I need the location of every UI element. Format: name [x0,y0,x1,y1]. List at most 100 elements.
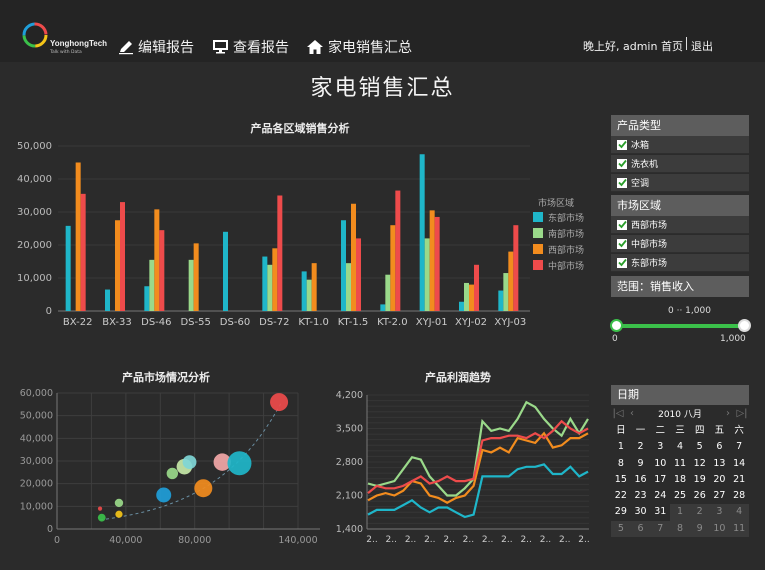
line-x-tick-label: 2.. [520,535,531,545]
bar-mark [390,225,396,311]
prev-month-icon[interactable]: ‹ [625,408,639,419]
product-type-washer[interactable]: 洗衣机 [611,155,749,173]
calendar-year-month: 2010 八月 [639,407,721,420]
bar-x-tick-label: XYJ-02 [455,317,487,328]
bar-mark [356,238,361,311]
calendar-day[interactable]: 18 [670,472,690,488]
nav-view-report[interactable]: 查看报告 [212,37,289,57]
bar-chart[interactable]: 0 10,000 20,000 30,000 40,000 50,000 BX-22 BX-3… [0,135,530,335]
calendar-day[interactable]: 21 [729,472,749,488]
scatter-chart[interactable]: 0 10,000 20,000 30,000 40,000 50,000 60,000 0 40… [0,380,325,550]
calendar-day[interactable]: 3 [650,439,670,455]
calendar-day-other-month[interactable]: 3 [709,504,730,521]
calendar-day[interactable]: 19 [690,472,710,488]
nav-edit-report-label: 编辑报告 [138,40,194,56]
first-page-icon[interactable]: |◁ [611,408,625,419]
bar-mark [75,162,81,311]
calendar-day-other-month[interactable]: 2 [689,504,710,521]
calendar-day[interactable]: 5 [690,439,710,455]
calendar-day[interactable]: 28 [729,488,749,504]
next-month-icon[interactable]: › [721,408,735,419]
checkbox-checked-icon[interactable] [617,158,627,169]
bar-x-tick-label: BX-22 [63,317,93,328]
calendar-day[interactable]: 4 [670,439,690,455]
calendar-day[interactable]: 26 [690,488,710,504]
calendar-day-other-month[interactable]: 9 [689,520,710,538]
calendar-day-other-month[interactable]: 8 [670,520,690,538]
calendar-day-other-month[interactable]: 6 [630,520,651,538]
legend-item-west[interactable]: 西部市场 [533,243,584,256]
calendar-day[interactable]: 24 [650,488,670,504]
bar-mark [120,202,125,311]
calendar-day[interactable]: 8 [611,456,631,472]
range-slider-max-handle[interactable] [738,319,751,332]
calendar-day[interactable]: 30 [631,504,651,520]
checkbox-checked-icon[interactable] [617,219,627,230]
calendar-day[interactable]: 15 [611,472,631,488]
logout-link[interactable]: 退出 [691,38,713,54]
bar-mark [434,216,440,311]
calendar-day-other-month[interactable]: 10 [709,520,730,538]
line-x-tick-label: 2.. [559,535,570,545]
calendar-grid: 日一二三四五六 1 2 3 4 5 6 7 8 9 10 11 12 13 14 15 16 17 18 19 20 21… [611,423,749,538]
calendar-day-other-month[interactable]: 4 [729,504,749,521]
calendar-day-other-month[interactable]: 11 [729,520,749,538]
calendar-day[interactable]: 6 [710,439,730,455]
region-central[interactable]: 中部市场 [611,235,749,253]
calendar-day[interactable]: 25 [670,488,690,504]
checkbox-checked-icon[interactable] [617,139,627,150]
bar-mark [498,290,504,311]
bar-mark [346,263,351,311]
bar-mark [508,251,514,311]
calendar-day[interactable]: 16 [631,472,651,488]
region-east[interactable]: 东部市场 [611,254,749,272]
yonghong-logo-icon[interactable] [22,22,48,48]
calendar-day-other-month[interactable]: 1 [670,504,690,521]
bar-y-tick-label: 20,000 [17,240,52,251]
range-slider-min-handle[interactable] [610,319,623,332]
home-link[interactable]: 首页 [661,38,683,54]
last-page-icon[interactable]: ▷| [735,408,749,419]
calendar-day[interactable]: 2 [631,439,651,455]
calendar-day[interactable]: 11 [670,456,690,472]
bar-mark [385,274,391,311]
bar-mark [429,210,435,311]
checkbox-checked-icon[interactable] [617,238,627,249]
calendar-day[interactable]: 23 [631,488,651,504]
calendar-year[interactable]: 2010 [658,410,681,420]
product-type-fridge[interactable]: 冰箱 [611,136,749,154]
checkbox-checked-icon[interactable] [617,257,627,268]
calendar-day-other-month[interactable]: 5 [611,520,631,538]
nav-sales-summary[interactable]: 家电销售汇总 [306,37,412,57]
calendar-day[interactable]: 17 [650,472,670,488]
calendar-weekday: 二 [655,425,666,436]
calendar-month[interactable]: 八月 [684,410,702,420]
line-chart[interactable]: 1,400 2,100 2,800 3,500 4,200 2.. 2.. 2.. 2.. 2..… [325,380,595,550]
calendar-day[interactable]: 27 [710,488,730,504]
calendar-day[interactable]: 1 [611,439,631,455]
product-type-ac[interactable]: 空调 [611,174,749,192]
calendar-day[interactable]: 13 [710,456,730,472]
calendar-day[interactable]: 20 [710,472,730,488]
bar-mark [419,154,425,311]
nav-edit-report[interactable]: 编辑报告 [118,37,194,57]
calendar-day[interactable]: 22 [611,488,631,504]
legend-item-central[interactable]: 中部市场 [533,259,584,272]
calendar-day[interactable]: 31 [650,504,670,520]
calendar-day[interactable]: 29 [611,504,631,520]
legend-item-south[interactable]: 南部市场 [533,227,584,240]
calendar-day[interactable]: 10 [650,456,670,472]
calendar-day[interactable]: 14 [729,456,749,472]
region-west[interactable]: 西部市场 [611,216,749,234]
calendar-day[interactable]: 12 [690,456,710,472]
scatter-point [194,479,213,498]
bar-mark [159,230,165,311]
calendar-day[interactable]: 7 [729,439,749,455]
line-series [367,400,589,497]
checkbox-checked-icon[interactable] [617,177,627,188]
legend-item-east[interactable]: 东部市场 [533,211,584,224]
line-x-tick-label: 2.. [540,535,551,545]
bar-mark [503,273,509,311]
calendar-day[interactable]: 9 [631,456,651,472]
calendar-day-other-month[interactable]: 7 [650,520,671,538]
